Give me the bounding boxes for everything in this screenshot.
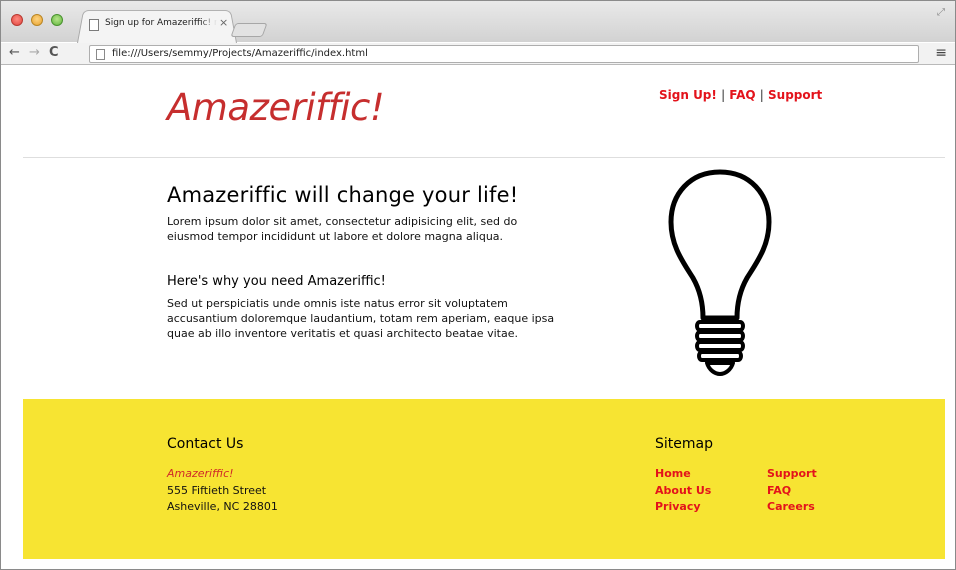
close-tab-icon[interactable]: ×	[219, 16, 228, 29]
menu-icon[interactable]: ≡	[935, 45, 947, 61]
body-paragraph: Sed ut perspiciatis unde omnis iste natu…	[167, 297, 555, 340]
page-icon	[89, 19, 99, 31]
sitemap-heading: Sitemap	[655, 436, 713, 452]
close-window-button[interactable]	[11, 14, 23, 26]
nav-link-support[interactable]: Support	[768, 88, 822, 102]
sitemap-link-about-us[interactable]: About Us	[655, 484, 711, 497]
tab-title: Sign up for Amazeriffic! no	[105, 18, 217, 28]
forward-icon[interactable]: →	[29, 46, 40, 60]
nav-separator: |	[759, 88, 764, 102]
sitemap-link-careers[interactable]: Careers	[767, 500, 815, 513]
nav-link-sign-up[interactable]: Sign Up!	[659, 88, 717, 102]
main-headline: Amazeriffic will change your life!	[167, 183, 519, 207]
header-divider	[23, 157, 945, 158]
reload-icon[interactable]: C	[49, 46, 59, 60]
contact-heading: Contact Us	[167, 436, 244, 452]
sitemap-link-home[interactable]: Home	[655, 467, 691, 480]
nav-link-faq[interactable]: FAQ	[729, 88, 755, 102]
address-line: Asheville, NC 28801	[167, 500, 278, 513]
title-bar: Sign up for Amazeriffic! no × ⤢	[1, 1, 955, 44]
top-nav: Sign Up! | FAQ | Support	[659, 88, 822, 102]
new-tab-button[interactable]	[230, 23, 268, 37]
site-logo[interactable]: Amazeriffic!	[167, 86, 385, 129]
sub-headline: Here's why you need Amazeriffic!	[167, 274, 386, 289]
back-icon[interactable]: ←	[9, 46, 20, 60]
browser-window: Sign up for Amazeriffic! no × ⤢ ← → C fi…	[0, 0, 956, 570]
address-bar[interactable]: file:///Users/semmy/Projects/Amazeriffic…	[89, 45, 919, 63]
sitemap-link-support[interactable]: Support	[767, 467, 817, 480]
web-page: Amazeriffic! Sign Up! | FAQ | Support Am…	[23, 66, 945, 566]
url-text[interactable]: file:///Users/semmy/Projects/Amazeriffic…	[112, 48, 368, 59]
lightbulb-icon	[668, 169, 772, 376]
browser-tab[interactable]: Sign up for Amazeriffic! no ×	[77, 7, 237, 44]
page-icon	[96, 49, 105, 60]
footer: Contact Us Amazeriffic! 555 Fiftieth Str…	[23, 399, 945, 559]
footer-brand: Amazeriffic!	[167, 467, 234, 480]
intro-paragraph: Lorem ipsum dolor sit amet, consectetur …	[167, 215, 518, 243]
sitemap-link-faq[interactable]: FAQ	[767, 484, 791, 497]
address-line: 555 Fiftieth Street	[167, 484, 267, 497]
sitemap-link-privacy[interactable]: Privacy	[655, 500, 701, 513]
nav-separator: |	[721, 88, 726, 102]
minimize-window-button[interactable]	[31, 14, 43, 26]
browser-toolbar: ← → C file:///Users/semmy/Projects/Amaze…	[1, 43, 955, 65]
maximize-window-button[interactable]	[51, 14, 63, 26]
fullscreen-icon[interactable]: ⤢	[937, 7, 945, 18]
